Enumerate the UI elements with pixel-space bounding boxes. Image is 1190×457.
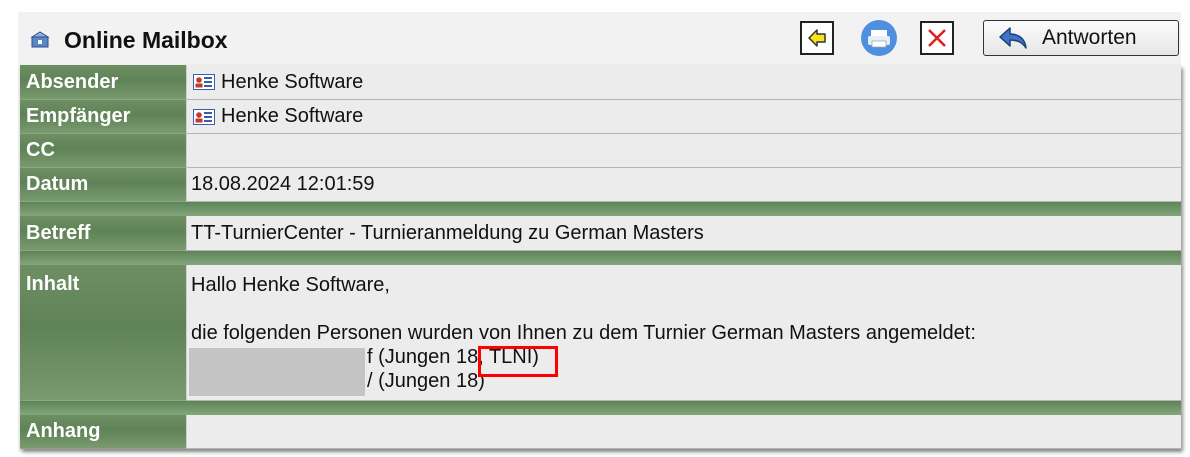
cc-label: CC (20, 134, 186, 168)
greeting-text: Hallo Henke Software, (191, 274, 390, 296)
attachment-row: Anhang (20, 415, 1181, 449)
date-value: 18.08.2024 12:01:59 (186, 168, 1181, 202)
message-body: Hallo Henke Software, die folgenden Pers… (186, 265, 1181, 401)
highlight-box (478, 346, 558, 377)
sender-value-cell: Henke Software (186, 65, 1181, 100)
message-form: Absender Henke Software Empfänger Henke … (20, 65, 1181, 449)
delete-button[interactable] (920, 21, 954, 55)
sender-value: Henke Software (221, 70, 364, 93)
divider (20, 202, 1181, 216)
recipient-value-cell: Henke Software (186, 100, 1181, 134)
reply-arrow-icon (999, 27, 1027, 49)
subject-row: Betreff TT-TurnierCenter - Turnieranmeld… (20, 216, 1181, 251)
attachment-value (186, 415, 1181, 449)
contact-card-icon[interactable] (193, 74, 215, 90)
mailbox-window: Online Mailbox Antworten Absender Henke … (18, 12, 1181, 452)
divider (20, 401, 1181, 415)
cc-row: CC (20, 134, 1181, 168)
body-text: die folgenden Personen wurden von Ihnen … (191, 322, 976, 344)
mailbox-icon (30, 31, 50, 48)
reply-button-label: Antworten (1042, 26, 1137, 49)
close-icon (928, 29, 946, 47)
person-entry-text: / (Jungen 18) (367, 370, 485, 392)
reply-button[interactable]: Antworten (983, 20, 1179, 56)
back-button[interactable] (800, 21, 834, 55)
recipient-value: Henke Software (221, 105, 364, 127)
cc-value (186, 134, 1181, 168)
date-row: Datum 18.08.2024 12:01:59 (20, 168, 1181, 202)
divider (20, 251, 1181, 265)
arrow-left-icon (808, 29, 826, 47)
date-label: Datum (20, 168, 186, 202)
recipient-row: Empfänger Henke Software (20, 100, 1181, 134)
sender-row: Absender Henke Software (20, 65, 1181, 100)
content-label: Inhalt (20, 265, 186, 401)
sender-label: Absender (20, 65, 186, 100)
print-button[interactable] (860, 19, 898, 57)
contact-card-icon[interactable] (193, 108, 215, 125)
recipient-label: Empfänger (20, 100, 186, 134)
attachment-label: Anhang (20, 415, 186, 449)
printer-icon (861, 20, 897, 56)
redacted-name-block (189, 348, 365, 396)
subject-value: TT-TurnierCenter - Turnieranmeldung zu G… (186, 216, 1181, 251)
header-bar: Online Mailbox Antworten (18, 12, 1181, 64)
content-row: Inhalt Hallo Henke Software, die folgend… (20, 265, 1181, 401)
page-title: Online Mailbox (64, 27, 228, 53)
subject-label: Betreff (20, 216, 186, 251)
